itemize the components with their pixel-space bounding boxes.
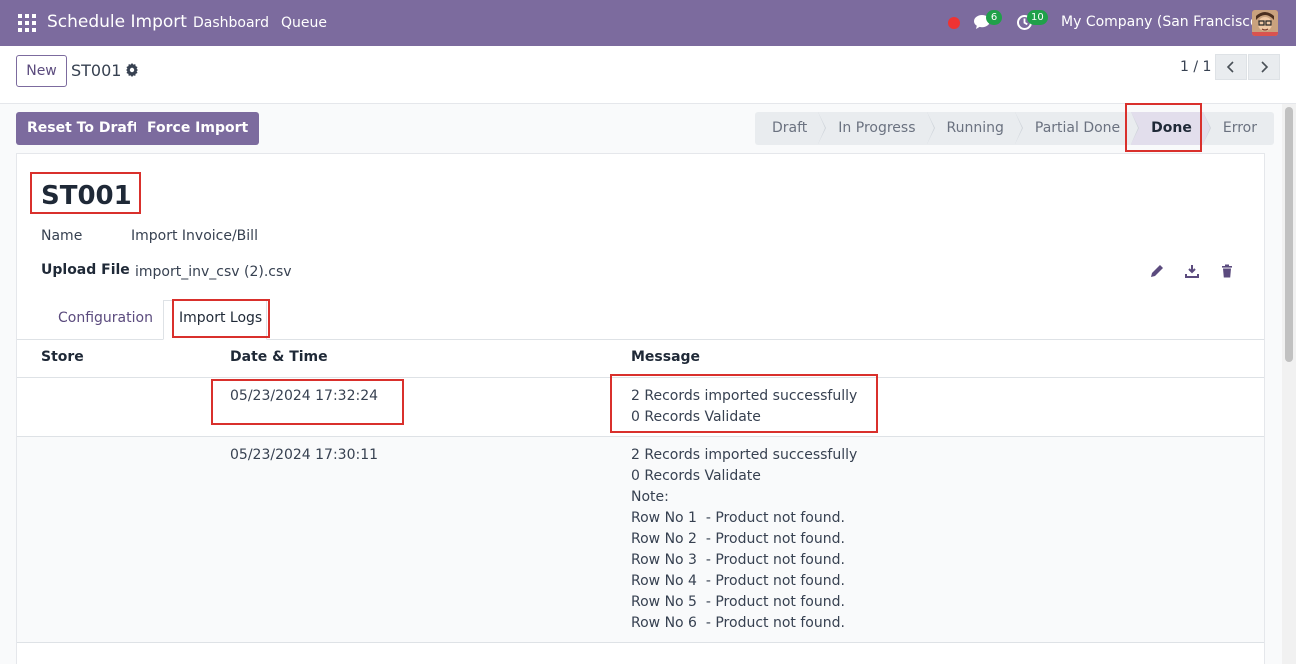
- chevron-left-icon: [1226, 61, 1234, 73]
- nav-link-queue[interactable]: Queue: [281, 15, 327, 31]
- table-header: Store Date & Time Message: [17, 340, 1264, 378]
- highlight-message: [610, 374, 878, 433]
- recording-indicator-icon[interactable]: [948, 17, 960, 29]
- column-message[interactable]: Message: [631, 349, 700, 365]
- scrollbar-thumb[interactable]: [1285, 107, 1293, 362]
- highlight-datetime: [211, 379, 404, 425]
- stage-label: In Progress: [838, 120, 916, 136]
- apps-menu-icon[interactable]: [18, 14, 36, 32]
- pager-value[interactable]: 1 / 1: [1180, 59, 1211, 75]
- user-avatar[interactable]: [1252, 10, 1278, 36]
- column-store[interactable]: Store: [41, 349, 84, 365]
- top-navbar: Schedule Import Dashboard Queue 6 10 My …: [0, 0, 1296, 46]
- name-label: Name: [41, 228, 83, 244]
- row-message: 2 Records imported successfully 0 Record…: [631, 447, 858, 631]
- pager-next-button[interactable]: [1248, 54, 1280, 80]
- trash-icon[interactable]: [1220, 264, 1234, 278]
- highlight-record-title: [30, 172, 141, 214]
- pager-previous-button[interactable]: [1215, 54, 1247, 80]
- stage-error[interactable]: Error: [1202, 112, 1274, 145]
- app-title[interactable]: Schedule Import: [47, 12, 187, 32]
- reset-to-draft-button[interactable]: Reset To Draft: [16, 112, 151, 145]
- nav-link-dashboard[interactable]: Dashboard: [193, 15, 269, 31]
- name-value[interactable]: Import Invoice/Bill: [131, 228, 258, 244]
- stage-partial-done[interactable]: Partial Done: [1014, 112, 1140, 145]
- breadcrumb-record: ST001: [71, 61, 122, 80]
- gear-icon[interactable]: [125, 63, 139, 77]
- stage-label: Error: [1222, 120, 1257, 136]
- column-date-time[interactable]: Date & Time: [230, 349, 328, 365]
- stage-draft[interactable]: Draft: [755, 112, 827, 145]
- stage-label: Running: [946, 120, 1004, 136]
- edit-pencil-icon[interactable]: [1150, 264, 1164, 278]
- stage-label: Partial Done: [1034, 120, 1121, 136]
- row-datetime: 05/23/2024 17:30:11: [230, 447, 379, 463]
- force-import-button[interactable]: Force Import: [136, 112, 260, 145]
- messages-count-badge: 6: [986, 10, 1002, 25]
- control-panel: New ST001 1 / 1: [0, 46, 1296, 104]
- chevron-right-icon: [1261, 61, 1269, 73]
- upload-file-label: Upload File: [41, 262, 130, 278]
- download-icon[interactable]: [1185, 264, 1199, 278]
- upload-file-value[interactable]: import_inv_csv (2).csv: [135, 264, 292, 280]
- company-switcher[interactable]: My Company (San Francisco): [1061, 14, 1264, 30]
- stage-running[interactable]: Running: [926, 112, 1023, 145]
- highlight-import-logs-tab: [172, 299, 270, 338]
- tab-configuration[interactable]: Configuration: [58, 310, 153, 326]
- activities-count-badge: 10: [1027, 10, 1048, 25]
- stage-label: Draft: [772, 120, 808, 136]
- stage-in-progress[interactable]: In Progress: [818, 112, 935, 145]
- new-button[interactable]: New: [16, 55, 67, 87]
- table-row[interactable]: 05/23/2024 17:30:11 2 Records imported s…: [17, 437, 1264, 643]
